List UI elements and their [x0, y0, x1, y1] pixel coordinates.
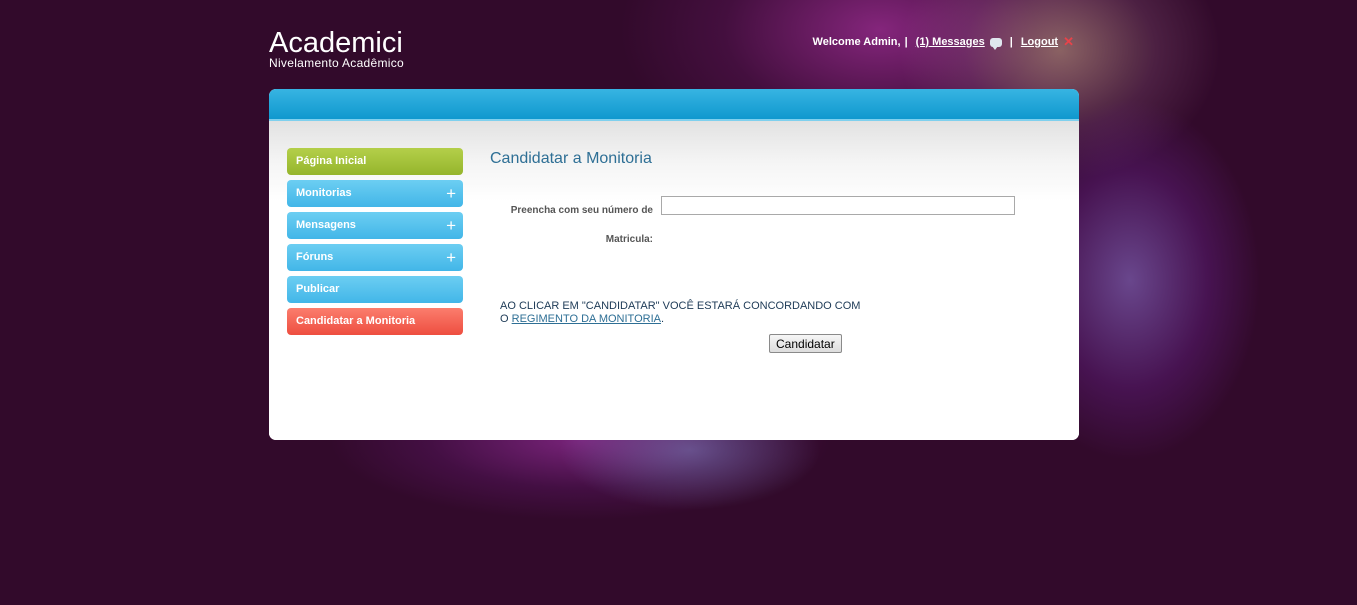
notice-suffix: .: [660, 313, 665, 325]
logo-subtitle: Nivelamento Acadêmico: [269, 56, 405, 70]
main-panel: Página Inicial Monitorias + Mensagens + …: [269, 89, 1079, 440]
welcome-text: Welcome Admin,: [812, 36, 901, 48]
matricula-label-line2: Matricula:: [605, 234, 653, 245]
page: Academici Nivelamento Acadêmico Welcome …: [0, 0, 1357, 605]
sidebar-item-label: Página Inicial: [296, 155, 367, 167]
notice-text: AO CLICAR EM "CANDIDATAR" VOCÊ ESTARÁ CO…: [500, 300, 861, 312]
sidebar-item-publicar[interactable]: Publicar: [287, 276, 463, 303]
sidebar-item-label: Fóruns: [296, 251, 334, 263]
sidebar-item-label: Monitorias: [296, 187, 352, 199]
terms-notice: AO CLICAR EM "CANDIDATAR" VOCÊ ESTARÁ CO…: [500, 300, 870, 326]
messages-link[interactable]: (1) Messages: [916, 36, 985, 48]
candidatar-button[interactable]: Candidatar: [769, 334, 842, 353]
matricula-label-line1: Preencha com seu número de: [510, 205, 653, 216]
sidebar-item-monitorias[interactable]: Monitorias +: [287, 180, 463, 207]
sidebar-item-mensagens[interactable]: Mensagens +: [287, 212, 463, 239]
sidebar-item-candidatar-monitoria[interactable]: Candidatar a Monitoria: [287, 308, 463, 335]
sidebar-nav: Página Inicial Monitorias + Mensagens + …: [287, 148, 463, 340]
page-title: Candidatar a Monitoria: [490, 150, 652, 167]
plus-icon[interactable]: +: [446, 180, 456, 208]
logout-link[interactable]: Logout: [1021, 36, 1058, 48]
sidebar-item-foruns[interactable]: Fóruns +: [287, 244, 463, 271]
sidebar-item-label: Candidatar a Monitoria: [296, 315, 416, 327]
notice-prefix: O: [500, 313, 509, 325]
regimento-link[interactable]: REGIMENTO DA MONITORIA: [512, 313, 661, 325]
separator: |: [904, 36, 908, 48]
close-x-icon[interactable]: ✕: [1063, 34, 1074, 50]
main-content: Candidatar a Monitoria Preencha com seu …: [490, 148, 1050, 353]
logo-title: Academici: [269, 27, 403, 59]
speech-bubble-icon: [989, 37, 1002, 50]
sidebar-item-pagina-inicial[interactable]: Página Inicial: [287, 148, 463, 175]
sidebar-item-label: Publicar: [296, 283, 340, 295]
user-bar: Welcome Admin, | (1) Messages | Logout ✕: [813, 34, 1074, 50]
separator: |: [1009, 36, 1013, 48]
panel-header: [269, 89, 1079, 121]
sidebar-item-label: Mensagens: [296, 219, 356, 231]
plus-icon[interactable]: +: [446, 244, 456, 272]
plus-icon[interactable]: +: [446, 212, 456, 240]
panel-body: Página Inicial Monitorias + Mensagens + …: [269, 121, 1079, 440]
matricula-input[interactable]: [661, 196, 1015, 215]
site-logo[interactable]: Academici Nivelamento Acadêmico: [269, 27, 404, 69]
